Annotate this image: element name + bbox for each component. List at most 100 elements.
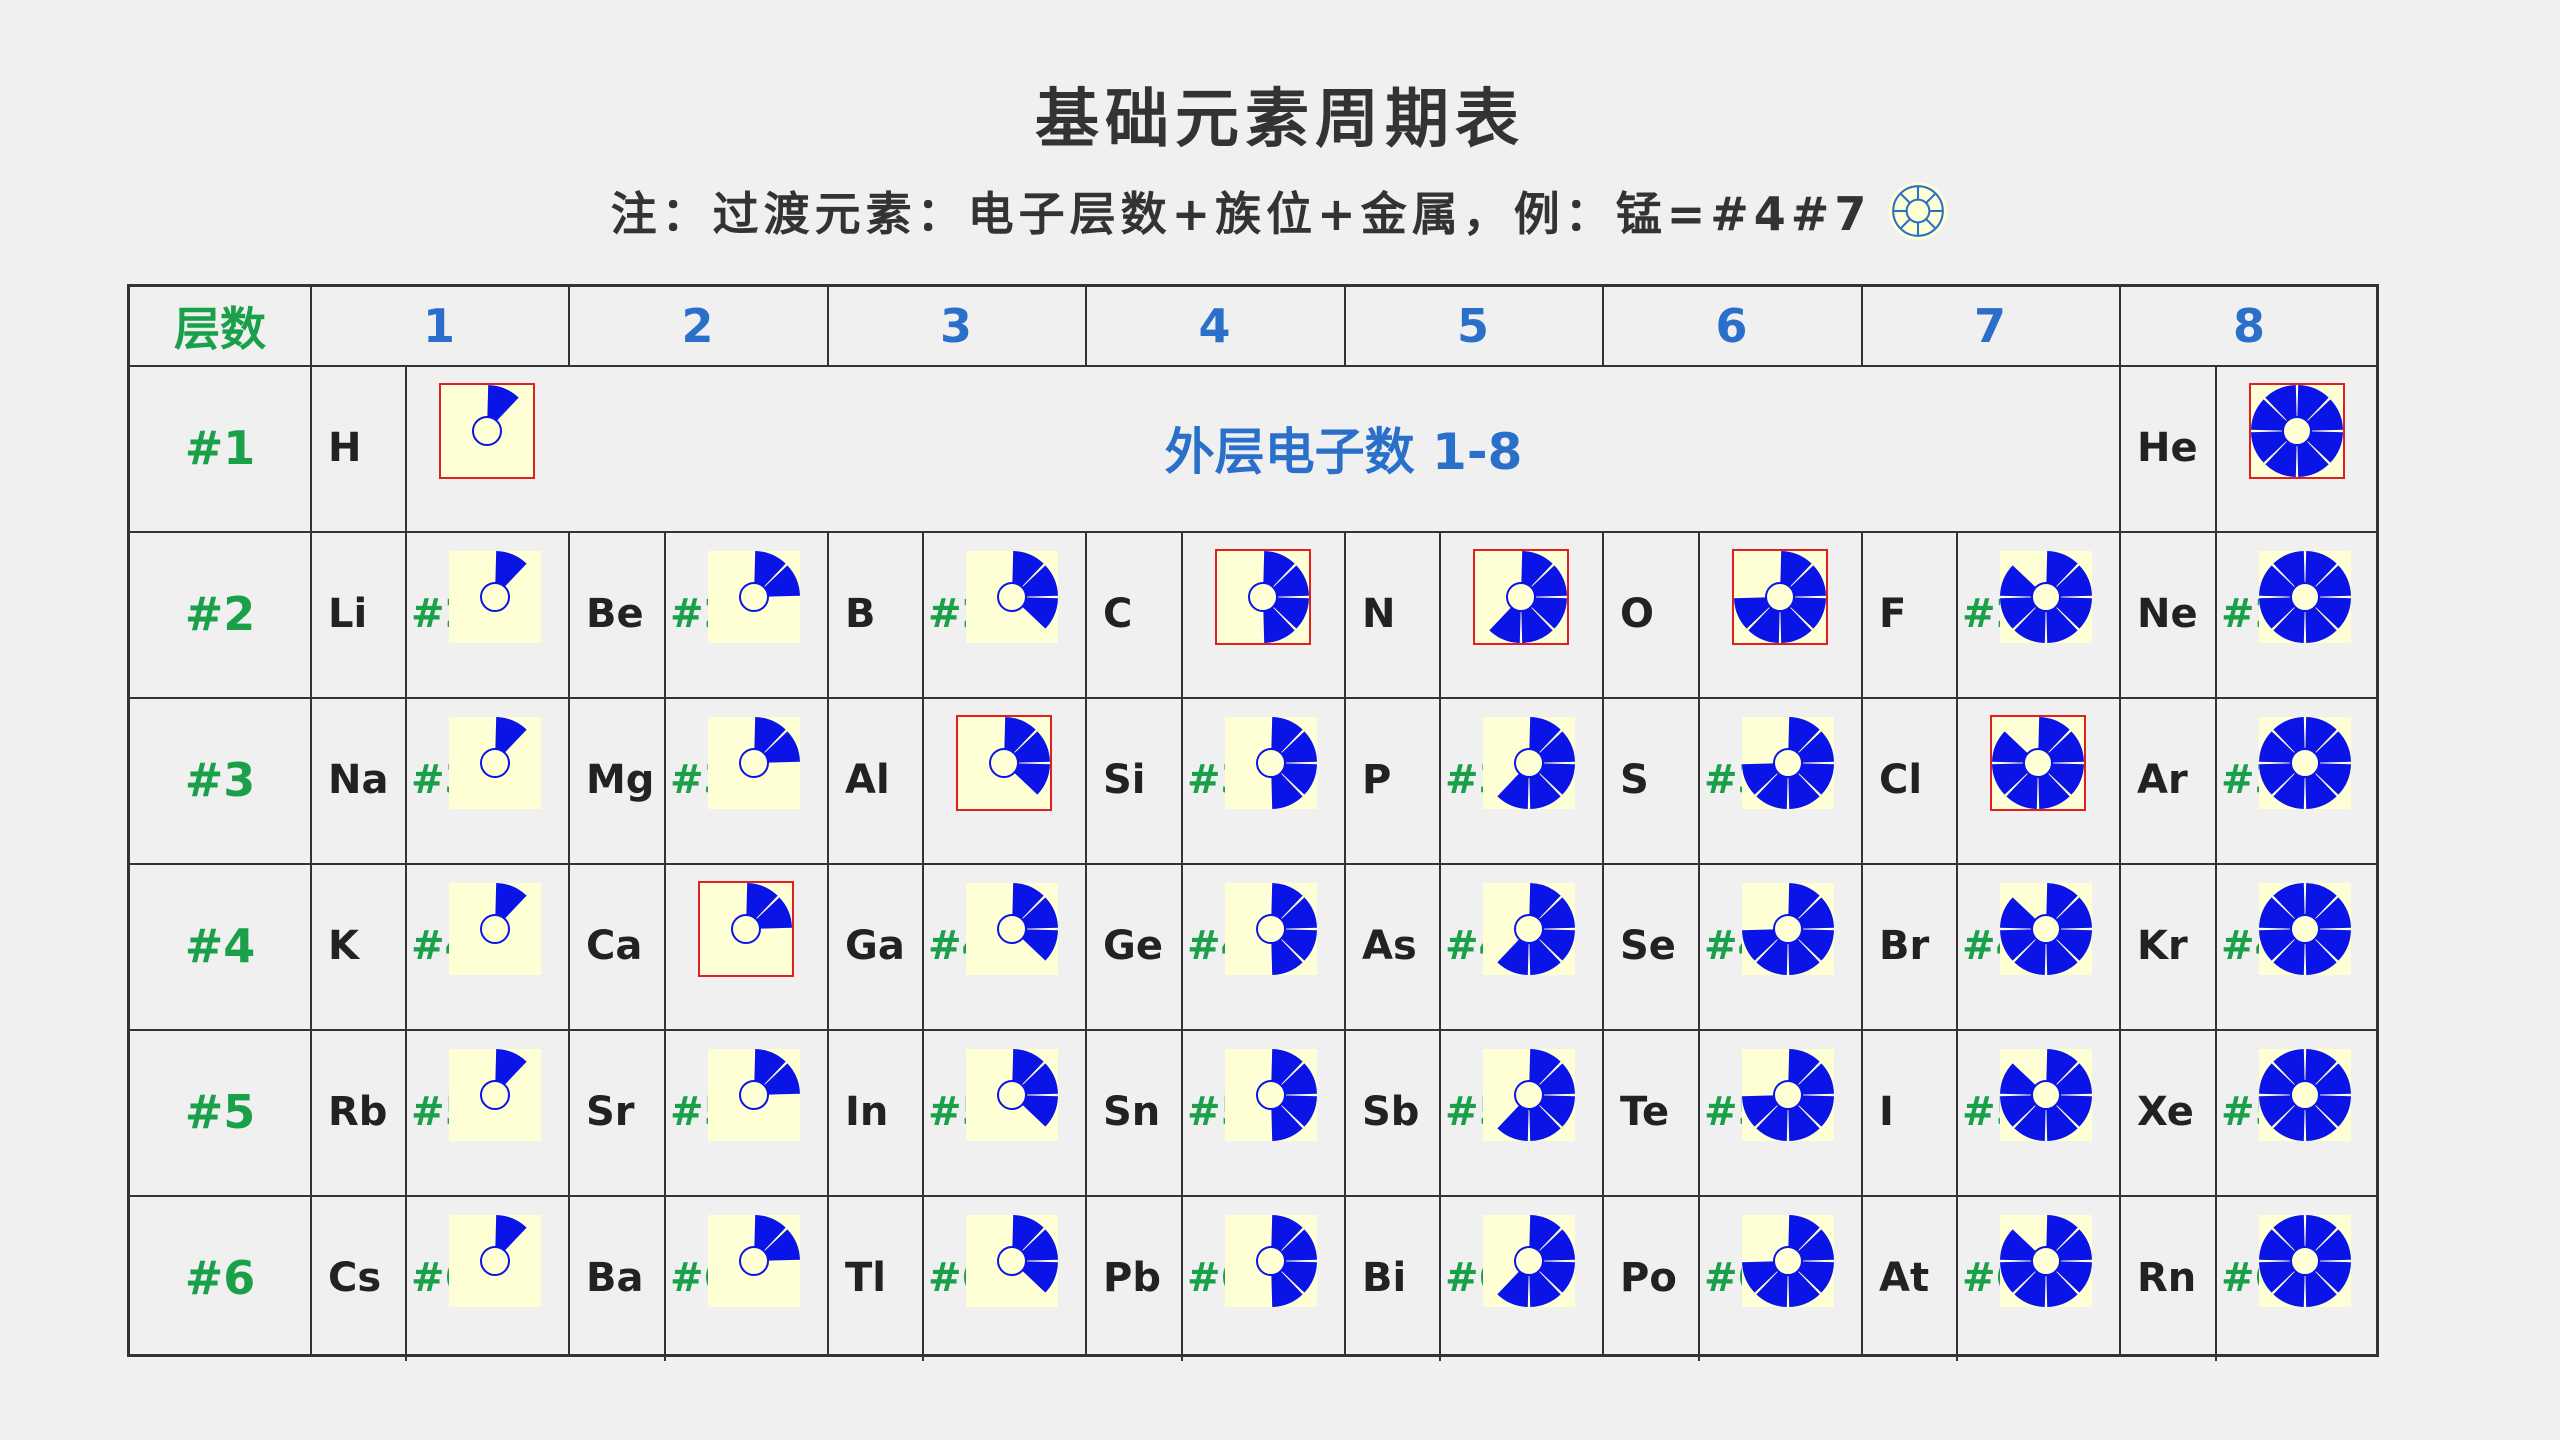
element-symbol-sn: Sn xyxy=(1103,1089,1161,1135)
nucleus-circle xyxy=(997,582,1027,612)
grid-line xyxy=(2215,531,2217,697)
manganese-electron-ring-icon xyxy=(1887,180,1949,242)
electron-shell-icon xyxy=(708,717,800,809)
grid-line xyxy=(664,531,666,697)
electron-segment xyxy=(1497,773,1529,809)
element-symbol-sb: Sb xyxy=(1362,1089,1420,1135)
grid-line xyxy=(1344,531,1346,1354)
group-header-7: 7 xyxy=(1973,299,2006,353)
electron-shell-icon xyxy=(1483,1215,1575,1307)
grid-line xyxy=(1956,1029,1958,1195)
element-symbol-in: In xyxy=(845,1089,889,1135)
element-symbol-i: I xyxy=(1879,1089,1894,1135)
nucleus-circle xyxy=(2031,914,2061,944)
electron-shell-icon xyxy=(2000,883,2092,975)
grid-line xyxy=(130,531,2379,533)
nucleus-circle xyxy=(997,1080,1027,1110)
group-header-4: 4 xyxy=(1198,299,1231,353)
electron-segment xyxy=(2000,565,2036,597)
electron-shell-icon xyxy=(1215,549,1311,645)
nucleus-circle xyxy=(2031,1246,2061,1276)
grid-line xyxy=(1181,1195,1183,1361)
grid-line xyxy=(2215,1195,2217,1361)
element-symbol-xe: Xe xyxy=(2137,1089,2194,1135)
nucleus-circle xyxy=(1514,748,1544,778)
grid-line xyxy=(827,531,829,1354)
element-symbol-te: Te xyxy=(1620,1089,1670,1135)
grid-line xyxy=(1602,287,1604,365)
nucleus-circle xyxy=(739,1246,769,1276)
nucleus-circle xyxy=(2282,416,2312,446)
electron-segment xyxy=(2000,1229,2036,1261)
nucleus-circle xyxy=(472,416,502,446)
electron-shell-icon xyxy=(449,1049,541,1141)
nucleus-circle xyxy=(1773,1080,1803,1110)
grid-line xyxy=(922,1195,924,1361)
element-symbol-li: Li xyxy=(328,591,368,637)
grid-line xyxy=(1439,697,1441,863)
element-symbol-h: H xyxy=(328,425,362,471)
element-symbol-ca: Ca xyxy=(586,923,643,969)
electron-shell-icon xyxy=(449,551,541,643)
electron-segment xyxy=(2000,897,2036,929)
electron-shell-icon xyxy=(956,715,1052,811)
electron-segment xyxy=(1022,1095,1058,1127)
grid-line xyxy=(130,863,2379,865)
layer-label-4: #4 xyxy=(184,919,256,973)
electron-shell-icon xyxy=(2259,1215,2351,1307)
grid-line xyxy=(405,1029,407,1195)
electron-segment xyxy=(495,1049,527,1085)
note-text: 注：过渡元素：电子层数+族位+金属，例：锰=#4#7 xyxy=(610,187,1872,241)
grid-line xyxy=(664,697,666,863)
element-symbol-sr: Sr xyxy=(586,1089,635,1135)
grid-line xyxy=(1085,531,1087,1354)
grid-line xyxy=(405,365,407,531)
element-symbol-tl: Tl xyxy=(845,1255,886,1301)
grid-line xyxy=(1181,531,1183,697)
grid-line xyxy=(664,1195,666,1361)
grid-line xyxy=(1439,863,1441,1029)
nucleus-circle xyxy=(1256,914,1286,944)
element-symbol-bi: Bi xyxy=(1362,1255,1407,1301)
periodic-table: 层数12345678#1HHe#2Li#2Be#2B#2CNOF#2Ne#2#3… xyxy=(127,284,2379,1361)
element-symbol-na: Na xyxy=(328,757,389,803)
electron-shell-icon xyxy=(2259,1049,2351,1141)
nucleus-circle xyxy=(2290,914,2320,944)
grid-line xyxy=(405,531,407,697)
grid-line xyxy=(1439,1029,1441,1195)
nucleus-circle xyxy=(2031,1080,2061,1110)
electron-shell-icon xyxy=(1742,1049,1834,1141)
element-symbol-po: Po xyxy=(1620,1255,1677,1301)
nucleus-circle xyxy=(1514,914,1544,944)
grid-line xyxy=(130,697,2379,699)
grid-line xyxy=(827,287,829,365)
group-header-2: 2 xyxy=(681,299,714,353)
grid-line xyxy=(1698,1029,1700,1195)
layer-label-5: #5 xyxy=(184,1085,256,1139)
electron-shell-icon xyxy=(1483,883,1575,975)
element-symbol-at: At xyxy=(1879,1255,1930,1301)
nucleus-circle xyxy=(1514,1080,1544,1110)
electron-shell-icon xyxy=(708,1215,800,1307)
electron-shell-icon xyxy=(1225,1215,1317,1307)
electron-shell-icon xyxy=(1483,717,1575,809)
electron-shell-icon xyxy=(1742,1215,1834,1307)
grid-line xyxy=(405,697,407,863)
nucleus-circle xyxy=(480,914,510,944)
electron-segment xyxy=(1014,763,1050,795)
electron-shell-icon xyxy=(1732,549,1828,645)
element-symbol-as: As xyxy=(1362,923,1417,969)
electron-shell-icon xyxy=(2249,383,2345,479)
grid-line xyxy=(1181,863,1183,1029)
nucleus-circle xyxy=(480,1080,510,1110)
nucleus-circle xyxy=(480,582,510,612)
grid-line xyxy=(2215,365,2217,531)
element-symbol-f: F xyxy=(1879,591,1907,637)
element-symbol-o: O xyxy=(1620,591,1655,637)
grid-line xyxy=(664,1029,666,1195)
nucleus-circle xyxy=(2290,1080,2320,1110)
element-symbol-ne: Ne xyxy=(2137,591,2198,637)
element-symbol-si: Si xyxy=(1103,757,1146,803)
outer-electrons-banner: 外层电子数 1-8 xyxy=(1164,423,1523,481)
electron-segment xyxy=(1022,597,1058,629)
